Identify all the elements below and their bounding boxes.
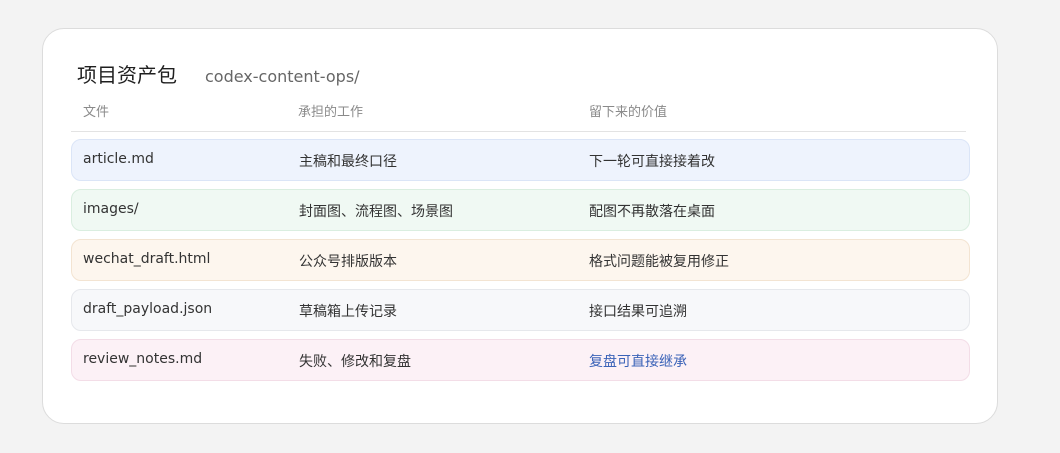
file-name: images/ [83,201,139,217]
table-row: wechat_draft.html 公众号排版版本 格式问题能被复用修正 [71,239,970,281]
table-body: article.md 主稿和最终口径 下一轮可直接接着改 images/ 封面图… [71,139,970,389]
file-name: review_notes.md [83,351,203,367]
file-role: 草稿箱上传记录 [299,304,397,320]
file-role: 公众号排版版本 [299,254,397,270]
file-value: 接口结果可追溯 [589,304,687,320]
file-name: wechat_draft.html [83,251,211,267]
file-value: 下一轮可直接接着改 [589,154,715,170]
header-role: 承担的工作 [298,105,364,120]
asset-package-card: 项目资产包 codex-content-ops/ 文件 承担的工作 留下来的价值… [42,28,998,424]
header-file: 文件 [83,105,110,120]
file-name: article.md [83,151,154,167]
card-title: 项目资产包 [77,63,177,87]
table-row: article.md 主稿和最终口径 下一轮可直接接着改 [71,139,970,181]
table-header: 文件 承担的工作 留下来的价值 [71,101,966,132]
header-value: 留下来的价值 [589,105,668,120]
file-role: 主稿和最终口径 [299,154,397,170]
table-row: images/ 封面图、流程图、场景图 配图不再散落在桌面 [71,189,970,231]
file-role: 封面图、流程图、场景图 [299,204,453,220]
table-row: draft_payload.json 草稿箱上传记录 接口结果可追溯 [71,289,970,331]
table-row: review_notes.md 失败、修改和复盘 复盘可直接继承 [71,339,970,381]
file-name: draft_payload.json [83,301,213,317]
folder-path: codex-content-ops/ [205,67,360,86]
file-value: 配图不再散落在桌面 [589,204,715,220]
file-value-link[interactable]: 复盘可直接继承 [589,351,687,371]
card-header: 项目资产包 codex-content-ops/ [77,59,360,87]
file-value: 格式问题能被复用修正 [589,254,729,270]
file-role: 失败、修改和复盘 [299,354,411,370]
